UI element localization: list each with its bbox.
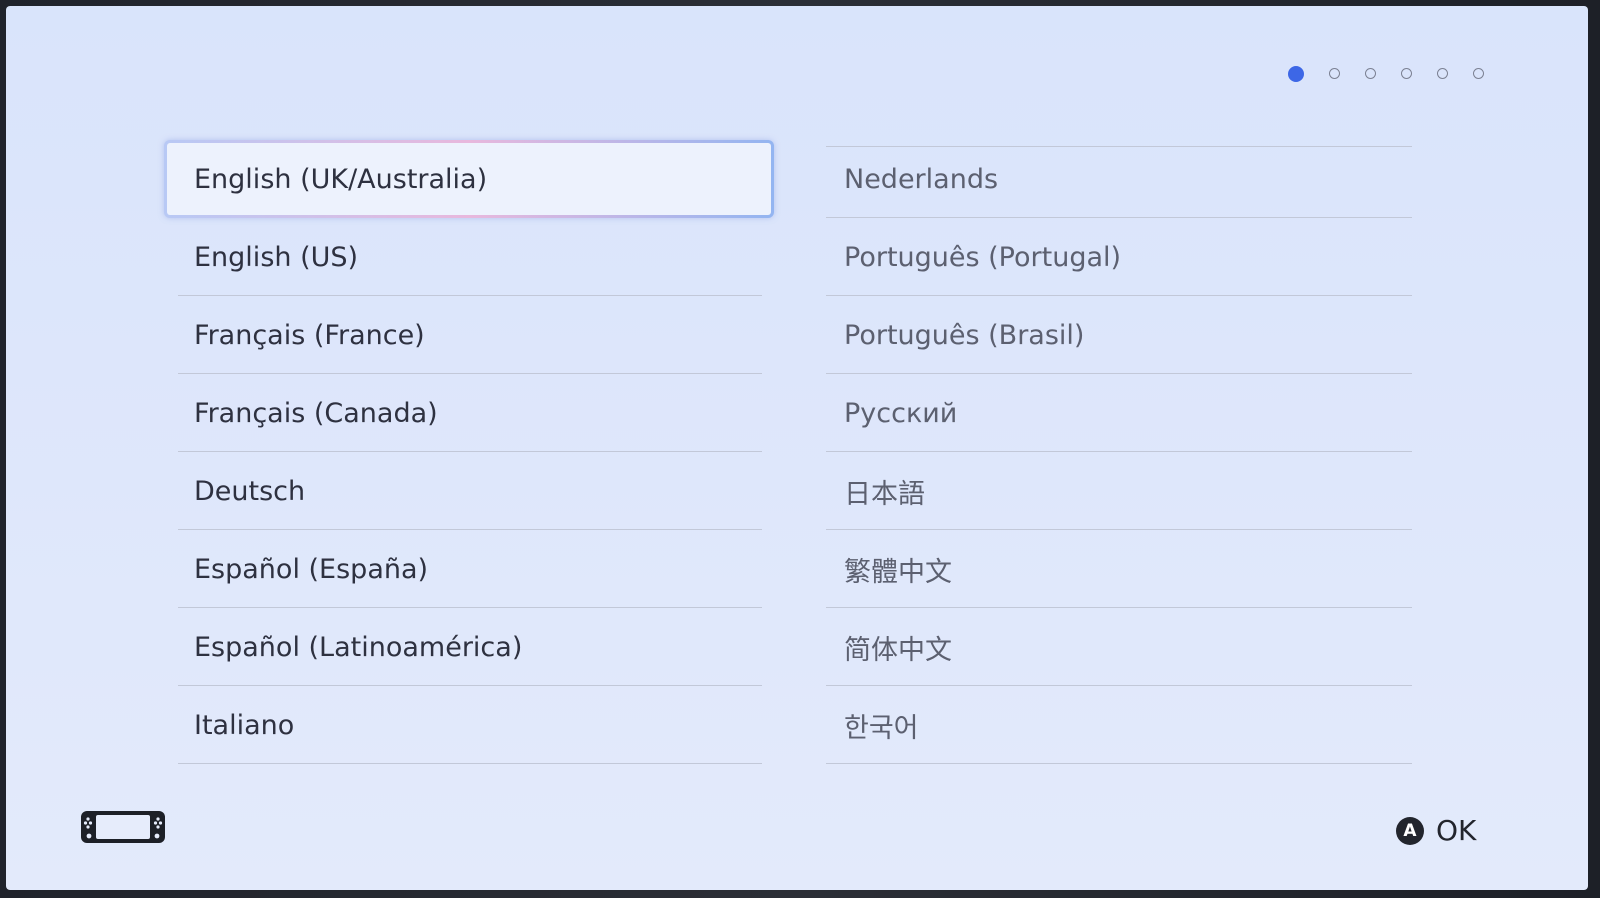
language-option-francais-canada[interactable]: Français (Canada) [164, 374, 774, 452]
language-select-screen: English (UK/Australia) English (US) Fran… [6, 6, 1588, 890]
language-label: Nederlands [844, 163, 999, 195]
language-label: English (UK/Australia) [194, 163, 488, 195]
page-dot [1401, 68, 1412, 79]
language-option-nederlands[interactable]: Nederlands [816, 140, 1412, 218]
language-label: 日本語 [844, 478, 925, 510]
language-option-japanese[interactable]: 日本語 [816, 452, 1412, 530]
language-label: Français (Canada) [194, 397, 438, 429]
language-option-russian[interactable]: Русский [816, 374, 1412, 452]
language-option-simplified-chinese[interactable]: 简体中文 [816, 608, 1412, 686]
ok-button[interactable]: A OK [1396, 814, 1476, 847]
language-option-english-us[interactable]: English (US) [164, 218, 774, 296]
language-label: Italiano [194, 709, 295, 741]
language-label: Português (Brasil) [844, 319, 1085, 351]
language-option-deutsch[interactable]: Deutsch [164, 452, 774, 530]
page-dot [1473, 68, 1484, 79]
language-label: Русский [844, 397, 958, 429]
language-label: Español (España) [194, 553, 429, 585]
language-label: 한국어 [844, 712, 919, 744]
language-label: Deutsch [194, 475, 306, 507]
language-label: English (US) [194, 241, 359, 273]
language-label: 繁體中文 [844, 556, 952, 588]
page-dot [1329, 68, 1340, 79]
language-label: Português (Portugal) [844, 241, 1122, 273]
language-option-traditional-chinese[interactable]: 繁體中文 [816, 530, 1412, 608]
language-list-right: Nederlands Português (Portugal) Portuguê… [816, 140, 1412, 764]
language-label: 简体中文 [844, 634, 952, 666]
page-dot [1437, 68, 1448, 79]
page-indicator [1288, 65, 1484, 82]
page-dot [1365, 68, 1376, 79]
page-dot-active [1288, 65, 1304, 82]
language-list-left: English (UK/Australia) English (US) Fran… [164, 140, 774, 764]
a-button-icon: A [1396, 816, 1424, 845]
language-label: Français (France) [194, 319, 425, 351]
language-option-espanol-latinoamerica[interactable]: Español (Latinoamérica) [164, 608, 774, 686]
language-option-english-uk-australia[interactable]: English (UK/Australia) [164, 140, 774, 218]
handheld-console-icon [81, 811, 165, 843]
language-option-italiano[interactable]: Italiano [164, 686, 774, 764]
language-option-portugues-portugal[interactable]: Português (Portugal) [816, 218, 1412, 296]
language-option-espanol-espana[interactable]: Español (España) [164, 530, 774, 608]
language-option-portugues-brasil[interactable]: Português (Brasil) [816, 296, 1412, 374]
language-option-francais-france[interactable]: Français (France) [164, 296, 774, 374]
language-option-korean[interactable]: 한국어 [816, 686, 1412, 764]
language-label: Español (Latinoamérica) [194, 631, 523, 663]
ok-label: OK [1436, 814, 1477, 847]
